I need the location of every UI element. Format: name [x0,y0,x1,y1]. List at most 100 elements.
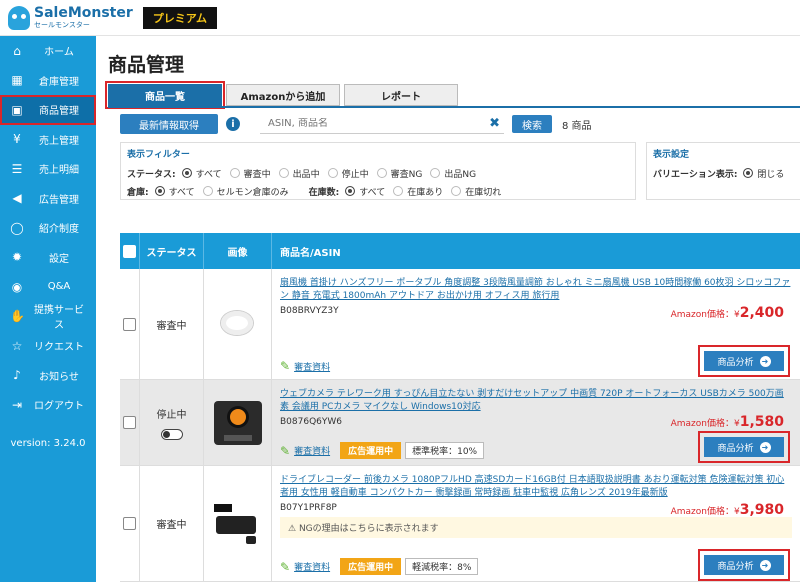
sidebar: ⌂ ホーム ▦ 倉庫管理 ▣ 商品管理 ¥ 売上管理 ☰ 売上明細 ◀ 広告管理 ◯ 紹介制度… [0,36,103,582]
clear-icon[interactable]: ✖ [489,116,500,131]
action-bar: 最新情報取得 i ✖ 検索 8 商品 [120,112,800,136]
sidebar-item-sales-detail[interactable]: ☰ 売上明細 [0,154,96,184]
tab-underline [108,106,800,108]
filter-panel: 表示フィルター ステータス: すべて 審査中 出品中 停止中 審査NG 出品NG… [120,142,636,200]
sidebar-item-referral[interactable]: ◯ 紹介制度 [0,213,96,243]
product-count: 8 商品 [562,120,592,132]
product-image[interactable] [212,502,264,546]
sidebar-item-ads[interactable]: ◀ 広告管理 [0,184,96,214]
review-document-link[interactable]: 審査資料 [294,360,330,373]
display-settings-panel: 表示設定 バリエーション表示: 閉じる [646,142,800,200]
table-row: 審査中 ドライブレコーダー 前後カメラ 1080PフルHD 高速SDカード16G… [120,466,800,582]
table-header: ステータス 画像 商品名/ASIN [120,233,800,269]
amazon-price: Amazon価格：¥3,980 [670,502,784,518]
sidebar-item-settings[interactable]: ✹ 設定 [0,243,96,273]
status-filter-row: ステータス: すべて 審査中 出品中 停止中 審査NG 出品NG [127,164,629,182]
paperclip-icon: ✎ [280,559,291,574]
sidebar-item-warehouse[interactable]: ▦ 倉庫管理 [0,66,96,96]
product-title-link[interactable]: 扇風機 首掛け ハンズフリー ポータブル 角度調整 3段階風量調節 おしゃれ ミ… [280,277,792,303]
status-radio-review-ng[interactable]: 審査NG [376,167,422,180]
sidebar-item-label: お知らせ [39,371,79,383]
stock-radio-out-of-stock[interactable]: 在庫切れ [451,185,501,198]
sidebar-item-label: 商品管理 [39,106,79,118]
search-input[interactable] [268,118,478,129]
warehouse-radio-selmon[interactable]: セルモン倉庫のみ [202,185,289,198]
variation-label: バリエーション表示: [653,169,738,180]
review-document-link[interactable]: 審査資料 [294,444,330,457]
tab-report[interactable]: レポート [344,84,458,106]
variation-radio-close[interactable]: 閉じる [743,167,784,180]
sidebar-item-label: 広告管理 [39,194,79,206]
version-text: version: 3.24.0 [10,437,86,449]
ad-running-badge: 広告運用中 [340,558,402,575]
product-image[interactable] [213,400,262,445]
row-checkbox[interactable] [123,416,136,429]
sidebar-item-home[interactable]: ⌂ ホーム [0,36,96,66]
refresh-button[interactable]: 最新情報取得 [120,114,218,134]
sidebar-item-partners[interactable]: ✋ 提携サービス [0,302,96,331]
filter-title: 表示フィルター [127,150,190,160]
megaphone-icon: ◀ [12,191,22,206]
row-status: 停止中 [156,409,187,421]
premium-badge: プレミアム [142,6,217,29]
status-radio-listed[interactable]: 出品中 [278,167,320,180]
arrow-right-icon: ➜ [759,441,771,453]
yen-icon: ¥ [13,132,21,147]
sidebar-item-sales[interactable]: ¥ 売上管理 [0,125,96,155]
arrow-right-icon: ➜ [759,559,771,571]
product-analysis-button[interactable]: 商品分析 ➜ [698,549,790,581]
product-analysis-button[interactable]: 商品分析 ➜ [698,431,790,463]
document-icon: ☰ [11,161,23,176]
tab-product-list[interactable]: 商品一覧 [105,81,225,109]
home-icon: ⌂ [13,43,21,58]
search-button[interactable]: 検索 [512,115,552,133]
table-row: 審査中 扇風機 首掛け ハンズフリー ポータブル 角度調整 3段階風量調節 おし… [120,269,800,380]
select-all-checkbox[interactable] [123,244,136,258]
sidebar-item-notice[interactable]: ♪ お知らせ [0,361,96,391]
sidebar-item-request[interactable]: ☆ リクエスト [0,331,96,361]
sidebar-item-label: 設定 [49,253,69,265]
sidebar-item-qa[interactable]: ◉ Q&A [0,272,96,302]
logo-mascot-icon [8,5,30,30]
status-filter-label: ステータス: [127,169,176,180]
star-icon: ☆ [11,338,23,353]
warehouse-filter-row: 倉庫: すべて セルモン倉庫のみ 在庫数: すべて 在庫あり 在庫切れ [127,182,629,200]
stock-filter-label: 在庫数: [308,187,340,198]
sidebar-item-label: 紹介制度 [39,224,79,236]
info-icon[interactable]: i [226,117,240,131]
logo[interactable]: SaleMonster セールモンスター [34,6,133,29]
sidebar-item-label: 売上管理 [39,135,79,147]
sidebar-item-products[interactable]: ▣ 商品管理 [0,95,103,125]
product-image[interactable] [215,305,261,343]
gift-icon: ▣ [11,102,23,117]
warehouse-filter-label: 倉庫: [127,187,149,198]
sidebar-item-logout[interactable]: ⇥ ログアウト [0,390,96,420]
product-title-link[interactable]: ウェブカメラ テレワーク用 すっぴん目立たない 剥すだけセットアップ 中画質 7… [280,388,792,414]
status-radio-reviewing[interactable]: 審査中 [229,167,271,180]
arrow-right-icon: ➜ [759,355,771,367]
row-checkbox[interactable] [123,317,136,331]
paperclip-icon: ✎ [280,443,291,458]
status-radio-all[interactable]: すべて [181,167,222,180]
gear-icon: ✹ [11,250,23,265]
bell-icon: ♪ [13,368,21,383]
tax-rate-badge: 標準税率：10% [405,442,485,459]
row-checkbox[interactable] [123,517,136,530]
amazon-price: Amazon価格：¥1,580 [670,414,784,430]
search-box: ✖ [260,114,504,134]
stock-radio-in-stock[interactable]: 在庫あり [393,185,443,198]
review-document-link[interactable]: 審査資料 [294,560,330,573]
stock-radio-all[interactable]: すべて [345,185,385,198]
status-radio-listing-ng[interactable]: 出品NG [430,167,476,180]
warehouse-radio-all[interactable]: すべて [154,185,195,198]
top-bar: SaleMonster セールモンスター プレミアム [0,0,800,36]
sidebar-item-label: リクエスト [34,342,84,354]
paperclip-icon: ✎ [280,359,291,373]
product-analysis-button[interactable]: 商品分析 ➜ [698,345,790,377]
sidebar-item-label: 売上明細 [39,165,79,177]
header-image: 画像 [204,233,272,269]
listing-toggle[interactable] [160,428,183,440]
product-title-link[interactable]: ドライブレコーダー 前後カメラ 1080PフルHD 高速SDカード16GB付 日… [280,474,792,500]
status-radio-stopped[interactable]: 停止中 [327,167,369,180]
tab-add-from-amazon[interactable]: Amazonから追加 [226,84,340,106]
